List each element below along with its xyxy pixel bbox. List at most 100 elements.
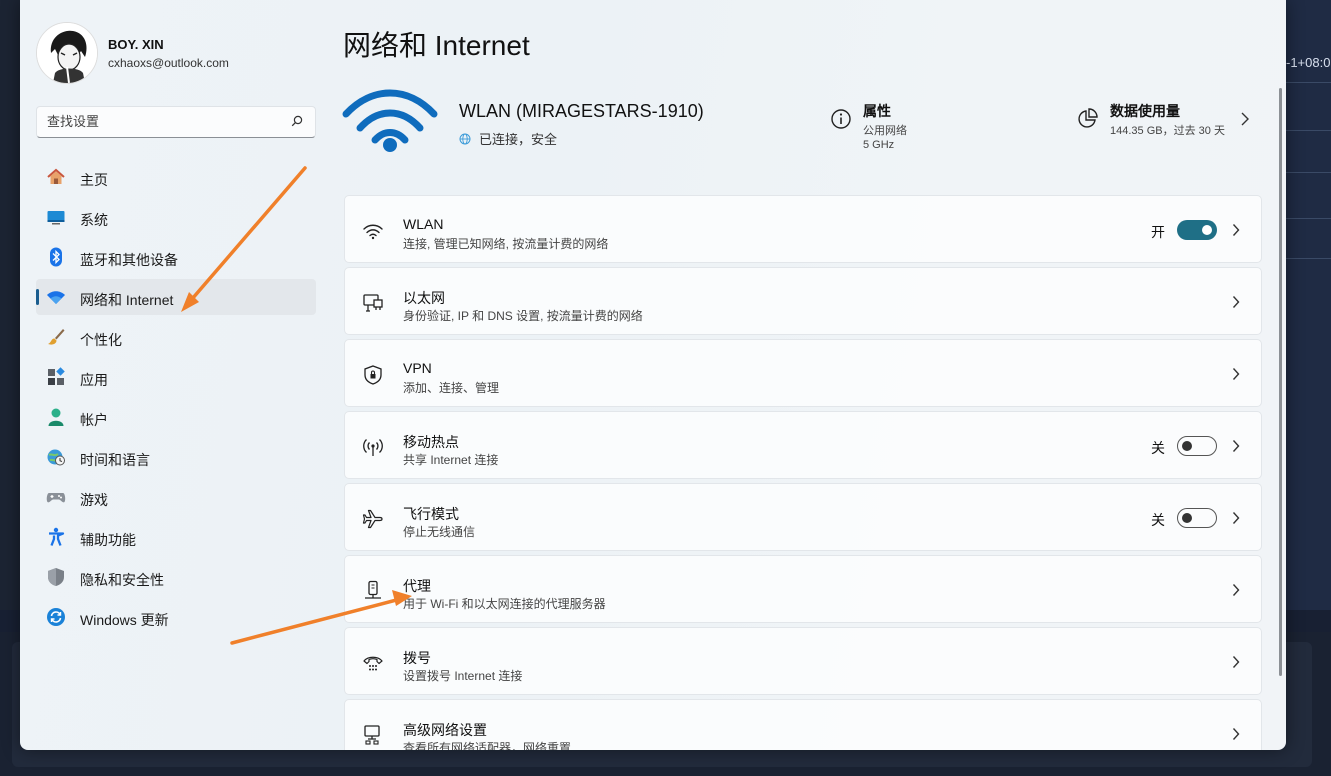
network-profile-type: 公用网络: [863, 125, 907, 137]
card-proxy[interactable]: 代理 用于 Wi-Fi 和以太网连接的代理服务器: [344, 555, 1262, 623]
card-subtitle: 设置拨号 Internet 连接: [403, 669, 523, 683]
wifi-icon: [47, 291, 65, 304]
chevron-right-icon: [1232, 656, 1240, 668]
scrollbar[interactable]: [1279, 88, 1282, 676]
chevron-right-icon: [1232, 224, 1240, 236]
wifi-hero-icon: [342, 89, 438, 152]
profile-email: cxhaoxs@outlook.com: [108, 56, 229, 70]
search-input[interactable]: [37, 107, 277, 135]
data-usage-link[interactable]: 数据使用量 144.35 GB，过去 30 天: [1076, 100, 1256, 140]
advanced-network-icon: [364, 725, 380, 745]
sidebar-item-privacy[interactable]: 隐私和安全性: [36, 559, 316, 595]
network-status: 已连接，安全: [459, 129, 557, 148]
gamepad-icon: [46, 493, 66, 503]
sidebar-item-label: 网络和 Internet: [80, 292, 174, 308]
sidebar-item-network[interactable]: 网络和 Internet: [36, 279, 316, 315]
properties-title: 属性: [863, 103, 891, 119]
sidebar-item-system[interactable]: 系统: [36, 199, 316, 235]
network-band: 5 GHz: [863, 139, 895, 151]
card-title: 飞行模式: [403, 506, 459, 522]
wifi-icon: [363, 224, 383, 240]
sidebar-item-personalization[interactable]: 个性化: [36, 319, 316, 355]
mobile-hotspot-toggle[interactable]: [1177, 436, 1217, 456]
brush-icon: [48, 329, 65, 345]
profile-name: BOY. XIN: [108, 37, 164, 52]
search-box[interactable]: [36, 106, 316, 138]
toggle-knob: [1182, 441, 1192, 451]
toggle-state-label: 关: [1151, 440, 1165, 456]
dialup-icon: [363, 656, 383, 671]
sidebar-item-label: 系统: [80, 212, 108, 228]
sidebar-item-label: 应用: [80, 372, 108, 388]
globe-icon: [459, 133, 471, 144]
card-title: 移动热点: [403, 434, 459, 450]
pie-chart-icon: [1078, 108, 1098, 128]
toggle-state-label: 关: [1151, 512, 1165, 528]
sidebar-item-apps[interactable]: 应用: [36, 359, 316, 395]
card-title: 拨号: [403, 650, 431, 666]
ethernet-icon: [363, 294, 383, 312]
network-name: WLAN (MIRAGESTARS-1910): [459, 101, 704, 121]
airplane-icon: [362, 509, 383, 529]
card-vpn[interactable]: VPN 添加、连接、管理: [344, 339, 1262, 407]
card-mobile-hotspot[interactable]: 移动热点 共享 Internet 连接 关: [344, 411, 1262, 479]
card-title: WLAN: [403, 216, 444, 232]
airplane-mode-toggle[interactable]: [1177, 508, 1217, 528]
chevron-right-icon: [1232, 440, 1240, 452]
home-icon: [47, 168, 65, 184]
data-usage-title: 数据使用量: [1110, 103, 1180, 119]
sidebar-item-time-language[interactable]: 时间和语言: [36, 439, 316, 475]
settings-window: BOY. XIN cxhaoxs@outlook.com 主页 系统: [20, 0, 1286, 750]
sidebar-item-label: 时间和语言: [80, 452, 150, 468]
chevron-right-icon: [1232, 296, 1240, 308]
card-airplane-mode[interactable]: 飞行模式 停止无线通信 关: [344, 483, 1262, 551]
page-title: 网络和 Internet: [343, 30, 530, 61]
card-dialup[interactable]: 拨号 设置拨号 Internet 连接: [344, 627, 1262, 695]
sidebar-item-label: Windows 更新: [80, 612, 169, 628]
sidebar-item-home[interactable]: 主页: [36, 159, 316, 195]
sidebar-item-gaming[interactable]: 游戏: [36, 479, 316, 515]
card-subtitle: 共享 Internet 连接: [403, 453, 499, 467]
avatar[interactable]: [36, 22, 98, 84]
card-subtitle: 用于 Wi-Fi 和以太网连接的代理服务器: [403, 597, 606, 611]
sidebar-item-label: 隐私和安全性: [80, 572, 164, 588]
wlan-toggle[interactable]: [1177, 220, 1217, 240]
toggle-state-label: 开: [1151, 224, 1165, 240]
bluetooth-icon: [50, 247, 62, 267]
chevron-right-icon: [1232, 368, 1240, 380]
card-ethernet[interactable]: 以太网 身份验证, IP 和 DNS 设置, 按流量计费的网络: [344, 267, 1262, 335]
background-window: [1286, 0, 1331, 610]
sidebar-item-label: 帐户: [80, 412, 108, 428]
sidebar-item-label: 辅助功能: [80, 532, 136, 548]
chevron-right-icon: [1241, 112, 1249, 126]
network-status-text: 已连接，安全: [479, 132, 558, 147]
sidebar-item-bluetooth[interactable]: 蓝牙和其他设备: [36, 239, 316, 275]
card-title: VPN: [403, 360, 432, 376]
sidebar-item-accounts[interactable]: 帐户: [36, 399, 316, 435]
card-advanced-network-settings[interactable]: 高级网络设置 查看所有网络适配器，网络重置: [344, 699, 1262, 750]
system-icon: [47, 211, 65, 225]
sidebar-nav: 主页 系统 蓝牙和其他设备 网络和 Internet 个性化 应用 帐户 时间和…: [36, 159, 316, 639]
account-icon: [48, 408, 64, 426]
toggle-knob: [1202, 225, 1212, 235]
settings-list: WLAN 连接, 管理已知网络, 按流量计费的网络 开 以太网 身份验证, IP…: [344, 195, 1262, 750]
proxy-icon: [365, 580, 381, 599]
sidebar-item-label: 主页: [80, 172, 108, 188]
info-icon: [831, 109, 851, 129]
active-indicator: [36, 289, 39, 305]
clock-globe-icon: [47, 449, 65, 466]
card-subtitle: 身份验证, IP 和 DNS 设置, 按流量计费的网络: [403, 309, 643, 323]
sidebar-item-windows-update[interactable]: Windows 更新: [36, 599, 316, 635]
sidebar-item-accessibility[interactable]: 辅助功能: [36, 519, 316, 555]
card-title: 以太网: [403, 290, 445, 306]
toggle-knob: [1182, 513, 1192, 523]
chevron-right-icon: [1232, 728, 1240, 740]
card-wlan[interactable]: WLAN 连接, 管理已知网络, 按流量计费的网络 开: [344, 195, 1262, 263]
shield-icon: [48, 568, 64, 586]
card-subtitle: 连接, 管理已知网络, 按流量计费的网络: [403, 237, 609, 251]
card-title: 高级网络设置: [403, 722, 487, 738]
search-icon[interactable]: [291, 115, 303, 127]
vpn-shield-icon: [364, 365, 382, 385]
chevron-right-icon: [1232, 512, 1240, 524]
sidebar-item-label: 个性化: [80, 332, 122, 348]
